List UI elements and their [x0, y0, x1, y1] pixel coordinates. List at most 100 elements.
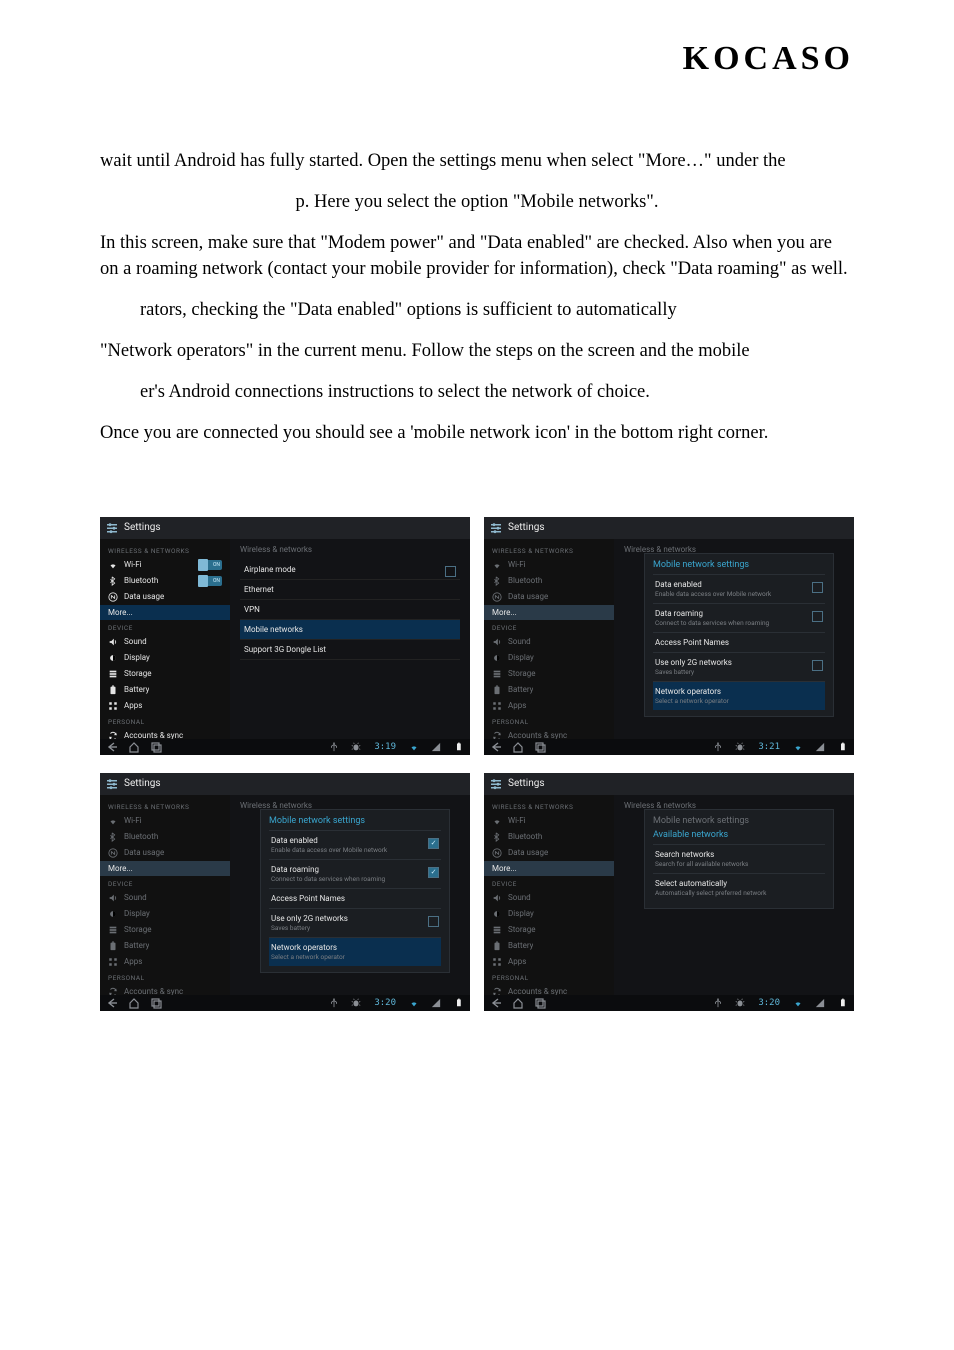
sidebar-item-apps[interactable]: Apps — [100, 954, 230, 970]
label: Wi-Fi — [508, 560, 526, 569]
label: Apps — [124, 701, 142, 710]
item-3g-dongle[interactable]: Support 3G Dongle List — [240, 640, 460, 660]
nav-home-icon[interactable] — [128, 741, 140, 753]
label: Wi-Fi — [124, 816, 142, 825]
sidebar-item-battery[interactable]: Battery — [484, 682, 614, 698]
sidebar-item-sound[interactable]: Sound — [100, 634, 230, 650]
checkbox[interactable] — [428, 916, 439, 927]
sidebar-heading: PERSONAL — [484, 714, 614, 728]
sidebar-item-apps[interactable]: Apps — [484, 954, 614, 970]
item-vpn[interactable]: VPN — [240, 600, 460, 620]
sidebar-heading: PERSONAL — [100, 970, 230, 984]
label: Display — [508, 653, 534, 662]
item-data-enabled[interactable]: Data enabledEnable data access over Mobi… — [269, 830, 441, 859]
sidebar-item-bluetooth[interactable]: BluetoothON — [100, 573, 230, 589]
checkbox[interactable] — [812, 611, 823, 622]
sidebar-item-display[interactable]: Display — [484, 650, 614, 666]
checkbox-checked[interactable] — [428, 867, 439, 878]
sidebar-item-display[interactable]: Display — [100, 906, 230, 922]
wifi-status-icon — [408, 741, 420, 753]
label: Airplane mode — [244, 565, 296, 574]
sidebar-item-data-usage[interactable]: Data usage — [100, 589, 230, 605]
sidebar-item-wifi[interactable]: Wi-Fi — [484, 557, 614, 573]
wifi-toggle[interactable]: ON — [198, 560, 222, 570]
sidebar-item-battery[interactable]: Battery — [484, 938, 614, 954]
item-search-networks[interactable]: Search networksSearch for all available … — [653, 844, 825, 873]
sound-icon — [108, 637, 118, 647]
screenshot-mobile-network-settings-checked: Settings WIRELESS & NETWORKS Wi-Fi Bluet… — [100, 773, 470, 1011]
paragraph: Once you are connected you should see a … — [100, 420, 854, 447]
wifi-icon — [108, 816, 118, 826]
sidebar-heading: DEVICE — [100, 876, 230, 890]
sidebar-item-more[interactable]: More... — [484, 861, 614, 876]
sidebar-item-storage[interactable]: Storage — [100, 666, 230, 682]
sidebar-item-battery[interactable]: Battery — [100, 938, 230, 954]
nav-back-icon[interactable] — [106, 741, 118, 753]
nav-recent-icon[interactable] — [150, 741, 162, 753]
nav-home-icon[interactable] — [512, 741, 524, 753]
sidebar-item-bluetooth[interactable]: Bluetooth — [100, 829, 230, 845]
sidebar-item-more[interactable]: More... — [100, 605, 230, 620]
item-network-operators[interactable]: Network operatorsSelect a network operat… — [269, 937, 441, 966]
item-apn[interactable]: Access Point Names — [269, 888, 441, 908]
sidebar-item-more[interactable]: More... — [484, 605, 614, 620]
sidebar-item-wifi[interactable]: Wi-FiON — [100, 557, 230, 573]
data-usage-icon — [492, 592, 502, 602]
item-ethernet[interactable]: Ethernet — [240, 580, 460, 600]
sidebar-item-wifi[interactable]: Wi-Fi — [484, 813, 614, 829]
sidebar-item-wifi[interactable]: Wi-Fi — [100, 813, 230, 829]
sidebar-item-sound[interactable]: Sound — [484, 634, 614, 650]
bt-toggle[interactable]: ON — [198, 576, 222, 586]
sidebar-item-sound[interactable]: Sound — [100, 890, 230, 906]
sub-label: Saves battery — [655, 668, 823, 676]
nav-home-icon[interactable] — [128, 997, 140, 1009]
item-apn[interactable]: Access Point Names — [653, 632, 825, 652]
sidebar-item-sound[interactable]: Sound — [484, 890, 614, 906]
dialog-available-networks: Mobile network settings Available networ… — [644, 809, 834, 909]
sidebar-item-storage[interactable]: Storage — [100, 922, 230, 938]
nav-back-icon[interactable] — [490, 741, 502, 753]
label: Sound — [508, 637, 531, 646]
apps-icon — [492, 957, 502, 967]
sound-icon — [492, 637, 502, 647]
sidebar-item-data-usage[interactable]: Data usage — [484, 845, 614, 861]
system-bar: 3:19 — [100, 739, 470, 755]
checkbox-checked[interactable] — [428, 838, 439, 849]
sidebar-item-data-usage[interactable]: Data usage — [484, 589, 614, 605]
label: Network operators — [655, 687, 721, 696]
sidebar-item-data-usage[interactable]: Data usage — [100, 845, 230, 861]
screenshot-available-networks: Settings WIRELESS & NETWORKS Wi-Fi Bluet… — [484, 773, 854, 1011]
sidebar-item-display[interactable]: Display — [100, 650, 230, 666]
nav-back-icon[interactable] — [490, 997, 502, 1009]
item-2g-only[interactable]: Use only 2G networksSaves battery — [269, 908, 441, 937]
sidebar-item-battery[interactable]: Battery — [100, 682, 230, 698]
sidebar-item-display[interactable]: Display — [484, 906, 614, 922]
item-data-enabled[interactable]: Data enabledEnable data access over Mobi… — [653, 574, 825, 603]
battery-icon — [108, 941, 118, 951]
item-2g-only[interactable]: Use only 2G networksSaves battery — [653, 652, 825, 681]
item-select-automatically[interactable]: Select automaticallyAutomatically select… — [653, 873, 825, 902]
item-data-roaming[interactable]: Data roamingConnect to data services whe… — [269, 859, 441, 888]
checkbox[interactable] — [812, 660, 823, 671]
sidebar-item-more[interactable]: More... — [100, 861, 230, 876]
sidebar-item-apps[interactable]: Apps — [100, 698, 230, 714]
sidebar-item-storage[interactable]: Storage — [484, 922, 614, 938]
sidebar-item-bluetooth[interactable]: Bluetooth — [484, 829, 614, 845]
sidebar-item-storage[interactable]: Storage — [484, 666, 614, 682]
sidebar-item-apps[interactable]: Apps — [484, 698, 614, 714]
item-data-roaming[interactable]: Data roamingConnect to data services whe… — [653, 603, 825, 632]
item-airplane-mode[interactable]: Airplane mode — [240, 560, 460, 580]
checkbox[interactable] — [812, 582, 823, 593]
nav-recent-icon[interactable] — [150, 997, 162, 1009]
nav-back-icon[interactable] — [106, 997, 118, 1009]
checkbox[interactable] — [445, 566, 456, 577]
nav-recent-icon[interactable] — [534, 997, 546, 1009]
window-title: Settings — [124, 778, 161, 789]
item-network-operators[interactable]: Network operatorsSelect a network operat… — [653, 681, 825, 710]
sidebar-item-bluetooth[interactable]: Bluetooth — [484, 573, 614, 589]
nav-recent-icon[interactable] — [534, 741, 546, 753]
debug-icon — [734, 741, 746, 753]
item-mobile-networks[interactable]: Mobile networks — [240, 620, 460, 640]
nav-home-icon[interactable] — [512, 997, 524, 1009]
label: Use only 2G networks — [655, 658, 732, 667]
